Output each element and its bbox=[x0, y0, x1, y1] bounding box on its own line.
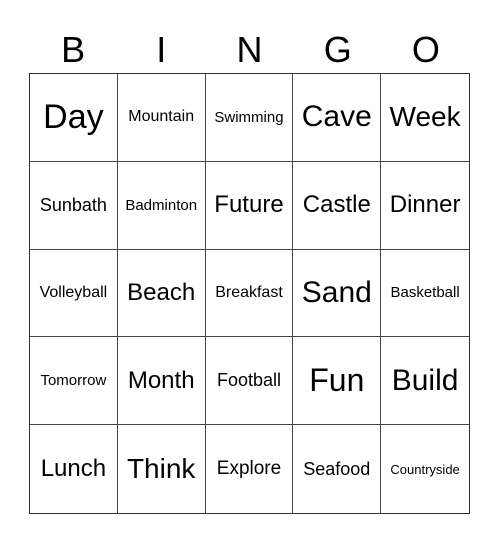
header-letter-b: B bbox=[61, 29, 86, 70]
header-letter-n: N bbox=[236, 29, 263, 70]
bingo-cell-word: Volleyball bbox=[39, 283, 108, 301]
bingo-cell[interactable]: Swimming bbox=[205, 74, 294, 162]
bingo-cell-word: Breakfast bbox=[215, 283, 283, 301]
bingo-cell[interactable]: Seafood bbox=[293, 425, 382, 513]
bingo-cell-word: Basketball bbox=[390, 284, 460, 302]
bingo-grid: Day Mountain Swimming Cave Week Sunbath Badmin… bbox=[29, 73, 470, 514]
bingo-cell[interactable]: Cave bbox=[293, 74, 382, 162]
bingo-cell-word: Dinner bbox=[389, 191, 461, 219]
bingo-cell-word: Swimming bbox=[214, 108, 284, 126]
bingo-cell[interactable]: Lunch bbox=[30, 425, 118, 513]
bingo-cell[interactable]: Countryside bbox=[381, 425, 469, 513]
bingo-cell[interactable]: Football bbox=[205, 337, 294, 426]
bingo-cell[interactable]: Explore bbox=[206, 425, 294, 513]
bingo-cell-word: Badminton bbox=[125, 196, 198, 214]
bingo-cell[interactable]: Beach bbox=[117, 249, 206, 338]
header-letter-g: G bbox=[323, 29, 352, 70]
bingo-cell-word: Month bbox=[127, 366, 195, 394]
bingo-cell-word: Cave bbox=[301, 100, 372, 134]
bingo-cell-word: Fun bbox=[309, 362, 365, 399]
bingo-cell[interactable]: Basketball bbox=[381, 250, 469, 338]
bingo-cell[interactable]: Week bbox=[381, 74, 469, 162]
bingo-cell-word: Sand bbox=[301, 275, 372, 309]
bingo-cell-word: Future bbox=[214, 191, 284, 219]
bingo-cell[interactable]: Tomorrow bbox=[30, 337, 118, 426]
bingo-cell[interactable]: Volleyball bbox=[30, 249, 118, 338]
bingo-cell[interactable]: Future bbox=[205, 161, 294, 250]
bingo-cell-word: Countryside bbox=[390, 461, 460, 477]
bingo-cell[interactable]: Dinner bbox=[381, 162, 469, 250]
bingo-cell[interactable]: Castle bbox=[293, 161, 382, 250]
bingo-header: B I N G O bbox=[29, 28, 470, 72]
bingo-cell-word: Football bbox=[216, 370, 282, 391]
bingo-cell[interactable]: Breakfast bbox=[205, 249, 294, 338]
bingo-cell[interactable]: Think bbox=[118, 425, 206, 513]
bingo-cell-word: Castle bbox=[302, 191, 371, 219]
bingo-cell-word: Think bbox=[126, 453, 196, 485]
bingo-cell[interactable]: Mountain bbox=[117, 74, 206, 162]
bingo-cell-word: Day bbox=[43, 97, 104, 136]
header-letter-i: I bbox=[156, 29, 167, 70]
bingo-cell[interactable]: Build bbox=[381, 337, 469, 426]
bingo-cell-word: Explore bbox=[216, 458, 282, 480]
bingo-cell-word: Seafood bbox=[303, 458, 371, 479]
bingo-cell-word: Lunch bbox=[40, 455, 107, 483]
bingo-cell-word: Sunbath bbox=[39, 194, 107, 215]
header-letter-o: O bbox=[411, 29, 440, 70]
bingo-cell[interactable]: Badminton bbox=[117, 161, 206, 250]
bingo-cell-word: Tomorrow bbox=[40, 372, 107, 390]
bingo-cell-word: Build bbox=[391, 363, 459, 397]
bingo-cell[interactable]: Sand bbox=[293, 249, 382, 338]
bingo-cell[interactable]: Fun bbox=[293, 337, 382, 426]
bingo-cell[interactable]: Sunbath bbox=[30, 161, 118, 250]
bingo-cell[interactable]: Day bbox=[30, 74, 118, 162]
bingo-cell-word: Beach bbox=[127, 278, 196, 306]
bingo-cell-word: Week bbox=[389, 101, 461, 133]
bingo-cell[interactable]: Month bbox=[117, 337, 206, 426]
bingo-cell-word: Mountain bbox=[128, 108, 195, 126]
